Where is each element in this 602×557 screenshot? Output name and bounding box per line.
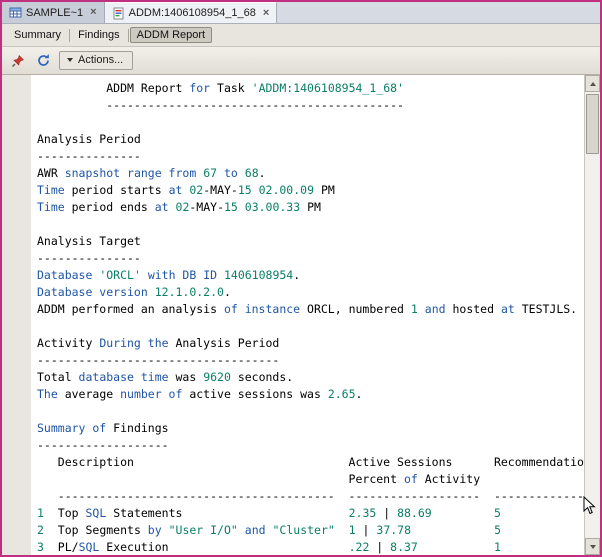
pin-button[interactable] [9, 52, 27, 70]
report-line: ------------------- [37, 438, 169, 452]
tab-label: ADDM:1406108954_1_68 [128, 7, 256, 19]
report-line: Analysis Target [37, 234, 141, 248]
chevron-down-icon [67, 58, 73, 62]
close-icon[interactable]: × [90, 7, 96, 18]
report-line: Time period ends at 02-MAY-15 03.00.33 P… [37, 200, 321, 214]
actions-button-label: Actions... [78, 54, 124, 66]
report-line: ----------------------------------------… [37, 489, 584, 503]
scrollbar-thumb[interactable] [586, 94, 599, 154]
report-line: ADDM performed an analysis of instance O… [37, 302, 578, 316]
tab-addm-report[interactable]: ADDM Report [129, 27, 213, 43]
report-line: The average number of active sessions wa… [37, 387, 363, 401]
report-line: ----------------------------------- [37, 353, 280, 367]
report-line: AWR snapshot range from 67 to 68. [37, 166, 266, 180]
left-margin [2, 75, 31, 555]
up-arrow-icon [589, 81, 596, 86]
refresh-icon [37, 54, 49, 66]
vertical-scrollbar[interactable] [584, 75, 600, 555]
pushpin-icon [12, 54, 24, 67]
view-tabbar: Summary Findings ADDM Report [2, 24, 600, 47]
report-line: Summary of Findings [37, 421, 169, 435]
report-line: Database version 12.1.0.2.0. [37, 285, 231, 299]
report-line: Activity During the Analysis Period [37, 336, 280, 350]
close-icon[interactable]: × [263, 7, 269, 19]
report-line: Database 'ORCL' with DB ID 1406108954. [37, 268, 301, 282]
table-icon [9, 6, 22, 19]
report-line: 1 Top SQL Statements 2.35 | 88.69 5 [37, 506, 501, 520]
report-line: Time period starts at 02-MAY-15 02.00.09… [37, 183, 335, 197]
report-line: Total database time was 9620 seconds. [37, 370, 294, 384]
tab-addm-report-doc[interactable]: ADDM:1406108954_1_68 × [104, 2, 278, 23]
report-line: Percent of Activity [37, 472, 481, 486]
toolbar: Actions... [2, 47, 600, 75]
scroll-down-button[interactable] [585, 538, 600, 555]
report-line [37, 114, 584, 131]
report-line: Analysis Period [37, 132, 141, 146]
report-line: --------------- [37, 149, 141, 163]
report-line: --------------- [37, 251, 141, 265]
refresh-button[interactable] [34, 52, 52, 70]
report-icon [112, 7, 125, 20]
report-line [37, 318, 584, 335]
report-line: 3 PL/SQL Execution .22 | 8.37 1 [37, 540, 501, 554]
scroll-up-button[interactable] [585, 75, 600, 92]
tab-summary[interactable]: Summary [7, 27, 68, 43]
tab-sample[interactable]: SAMPLE~1 × [2, 2, 105, 23]
report-line [37, 403, 584, 420]
tab-label: SAMPLE~1 [26, 6, 84, 19]
report-line: ADDM Report for Task 'ADDM:1406108954_1_… [37, 81, 404, 95]
tab-separator [127, 28, 129, 42]
addm-report-text: ADDM Report for Task 'ADDM:1406108954_1_… [31, 75, 584, 555]
sql-developer-window: SAMPLE~1 × ADDM:1406108954_1_68 × Summar… [0, 0, 602, 557]
down-arrow-icon [589, 544, 596, 549]
report-line: ----------------------------------------… [37, 98, 404, 112]
tab-findings[interactable]: Findings [71, 27, 127, 43]
report-line [37, 216, 584, 233]
scrollbar-track[interactable] [585, 156, 600, 538]
actions-button[interactable]: Actions... [59, 51, 134, 70]
document-tabbar: SAMPLE~1 × ADDM:1406108954_1_68 × [2, 2, 600, 24]
report-panel: ADDM Report for Task 'ADDM:1406108954_1_… [2, 75, 600, 555]
report-line: Description Active Sessions Recommendati… [37, 455, 584, 469]
tab-separator [69, 28, 71, 42]
report-line: 2 Top Segments by "User I/O" and "Cluste… [37, 523, 502, 537]
